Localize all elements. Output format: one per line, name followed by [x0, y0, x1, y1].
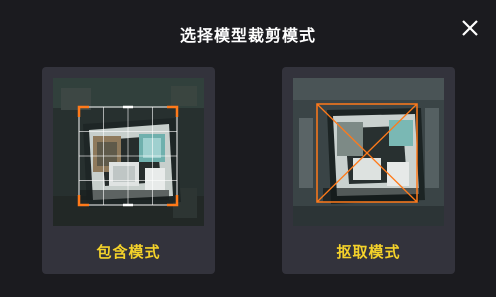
- crop-grid-icon: [77, 105, 179, 207]
- aerial-thumbnail-extract: [293, 78, 444, 226]
- close-icon[interactable]: [460, 18, 480, 38]
- aerial-thumbnail-contain: [53, 78, 204, 226]
- mode-card-contain[interactable]: 包含模式: [42, 67, 215, 274]
- mode-label-extract: 抠取模式: [336, 243, 401, 261]
- dialog-title: 选择模型裁剪模式: [179, 26, 316, 45]
- crop-mode-dialog: 选择模型裁剪模式 包含模式 抠取模式: [0, 0, 496, 297]
- mode-label-contain: 包含模式: [96, 243, 161, 261]
- crop-cross-icon: [316, 103, 418, 203]
- mode-card-extract[interactable]: 抠取模式: [282, 67, 455, 274]
